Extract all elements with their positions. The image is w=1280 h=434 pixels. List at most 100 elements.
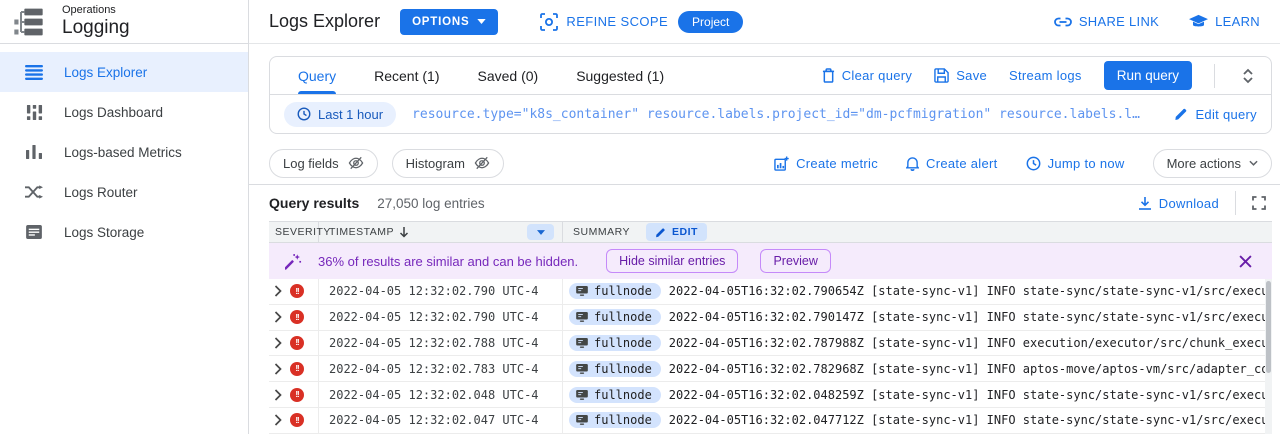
error-severity-icon [290, 413, 304, 427]
summary-cell: fullnode 2022-04-05T16:32:02.782968Z [st… [563, 361, 1272, 377]
sidebar-item-label: Logs Dashboard [64, 105, 163, 120]
log-timestamp: 2022-04-05 12:32:02.788 UTC-4 [319, 331, 563, 356]
timestamp-dropdown-button[interactable] [527, 224, 554, 240]
chip-label: fullnode [594, 310, 652, 324]
edit-query-button[interactable]: Edit query [1174, 107, 1257, 122]
scrollbar-thumb[interactable] [1266, 281, 1271, 373]
log-row[interactable]: 2022-04-05 12:32:02.790 UTC-4 fullnode 2… [269, 279, 1272, 305]
log-summary: 2022-04-05T16:32:02.790654Z [state-sync-… [669, 284, 1272, 298]
sidebar-item-label: Logs Storage [64, 225, 144, 240]
results-toolbar: Log fields Histogram [269, 147, 1272, 179]
query-results-panel: Query results 27,050 log entries Downloa… [249, 184, 1280, 434]
sidebar-item-logs-based-metrics[interactable]: Logs-based Metrics [0, 132, 248, 172]
expand-chevron-icon[interactable] [274, 311, 282, 323]
fullnode-chip[interactable]: fullnode [569, 309, 661, 325]
share-link-button[interactable]: SHARE LINK [1054, 14, 1159, 29]
chip-label: fullnode [594, 336, 652, 350]
log-rows: 2022-04-05 12:32:02.790 UTC-4 fullnode 2… [269, 279, 1272, 434]
save-button[interactable]: Save [934, 68, 987, 83]
expand-chevron-icon[interactable] [274, 363, 282, 375]
fullnode-chip[interactable]: fullnode [569, 387, 661, 403]
save-label: Save [956, 68, 987, 83]
product-name: Operations [62, 4, 130, 17]
sidebar-item-logs-dashboard[interactable]: Logs Dashboard [0, 92, 248, 132]
fullnode-chip[interactable]: fullnode [569, 412, 661, 428]
visibility-off-icon [474, 156, 490, 170]
options-button[interactable]: OPTIONS [400, 9, 498, 35]
create-metric-label: Create metric [796, 156, 878, 171]
timestamp-column-label: TIMESTAMP [329, 226, 394, 238]
clear-query-button[interactable]: Clear query [822, 68, 913, 83]
fullnode-chip[interactable]: fullnode [569, 361, 661, 377]
expand-chevron-icon[interactable] [274, 337, 282, 349]
expand-chevron-icon[interactable] [274, 414, 282, 426]
fullnode-chip[interactable]: fullnode [569, 335, 661, 351]
results-header: Query results 27,050 log entries Downloa… [249, 185, 1280, 221]
log-summary: 2022-04-05T16:32:02.790147Z [state-sync-… [669, 310, 1272, 324]
log-timestamp: 2022-04-05 12:32:02.047 UTC-4 [319, 408, 563, 433]
learn-button[interactable]: LEARN [1189, 14, 1260, 30]
log-row[interactable]: 2022-04-05 12:32:02.783 UTC-4 fullnode 2… [269, 356, 1272, 382]
results-header-actions: Download [1138, 191, 1266, 215]
close-banner-icon[interactable] [1235, 251, 1256, 272]
column-timestamp[interactable]: TIMESTAMP [319, 222, 563, 242]
page-title: Logs Explorer [269, 11, 380, 32]
download-label: Download [1159, 196, 1219, 211]
save-icon [934, 68, 949, 83]
results-title: Query results [269, 195, 359, 211]
time-range-pill[interactable]: Last 1 hour [284, 102, 396, 127]
fullscreen-icon[interactable] [1252, 196, 1266, 210]
scope-project-badge[interactable]: Project [678, 11, 743, 33]
preview-button[interactable]: Preview [760, 249, 830, 273]
tab-query[interactable]: Query [298, 57, 336, 94]
more-actions-button[interactable]: More actions [1153, 149, 1272, 178]
query-actions: Clear query Save Stream logs Run query [822, 57, 1267, 94]
download-button[interactable]: Download [1138, 196, 1219, 211]
sort-descending-icon[interactable] [399, 226, 409, 238]
tab-recent[interactable]: Recent (1) [374, 57, 439, 94]
hide-similar-entries-button[interactable]: Hide similar entries [606, 249, 738, 273]
log-timestamp: 2022-04-05 12:32:02.783 UTC-4 [319, 356, 563, 381]
sidebar-item-logs-explorer[interactable]: Logs Explorer [0, 52, 248, 92]
create-alert-button[interactable]: Create alert [906, 156, 998, 171]
summary-cell: fullnode 2022-04-05T16:32:02.047712Z [st… [563, 412, 1272, 428]
column-severity[interactable]: SEVERITY [269, 222, 319, 242]
log-row[interactable]: 2022-04-05 12:32:02.048 UTC-4 fullnode 2… [269, 382, 1272, 408]
fullnode-chip[interactable]: fullnode [569, 283, 661, 299]
error-severity-icon [290, 310, 304, 324]
refine-scope-button[interactable]: REFINE SCOPE [540, 13, 668, 31]
vertical-scrollbar[interactable] [1265, 279, 1272, 434]
tab-suggested[interactable]: Suggested (1) [576, 57, 664, 94]
jump-to-now-button[interactable]: Jump to now [1026, 156, 1125, 171]
container-icon [576, 415, 588, 425]
bell-icon [906, 156, 919, 171]
caret-down-icon [537, 230, 545, 235]
summary-column-label: SUMMARY [573, 226, 630, 238]
collapse-expand-icon[interactable] [1237, 68, 1259, 84]
container-icon [576, 338, 588, 348]
expand-chevron-icon[interactable] [274, 285, 282, 297]
histogram-toggle[interactable]: Histogram [392, 149, 504, 178]
bar-chart-icon [24, 142, 44, 162]
query-builder-card: Query Recent (1) Saved (0) Suggested (1)… [269, 56, 1272, 134]
log-fields-toggle[interactable]: Log fields [269, 149, 378, 178]
log-table: SEVERITY TIMESTAMP SUMMARY [269, 221, 1272, 434]
stream-logs-button[interactable]: Stream logs [1009, 68, 1082, 83]
brand: Operations Logging [0, 0, 248, 44]
summary-cell: fullnode 2022-04-05T16:32:02.790654Z [st… [563, 283, 1272, 299]
edit-summary-button[interactable]: EDIT [646, 223, 707, 241]
log-row[interactable]: 2022-04-05 12:32:02.047 UTC-4 fullnode 2… [269, 408, 1272, 434]
log-row[interactable]: 2022-04-05 12:32:02.788 UTC-4 fullnode 2… [269, 331, 1272, 357]
create-metric-button[interactable]: Create metric [774, 156, 878, 171]
tab-saved[interactable]: Saved (0) [477, 57, 538, 94]
expand-chevron-icon[interactable] [274, 389, 282, 401]
log-summary: 2022-04-05T16:32:02.787988Z [state-sync-… [669, 336, 1272, 350]
edit-summary-label: EDIT [672, 226, 698, 238]
shuffle-icon [24, 182, 44, 202]
log-row[interactable]: 2022-04-05 12:32:02.790 UTC-4 fullnode 2… [269, 305, 1272, 331]
query-text[interactable]: resource.type="k8s_container" resource.l… [412, 107, 1158, 122]
sidebar-item-logs-router[interactable]: Logs Router [0, 172, 248, 212]
clock-icon [297, 107, 311, 121]
sidebar-item-logs-storage[interactable]: Logs Storage [0, 212, 248, 252]
run-query-button[interactable]: Run query [1104, 61, 1192, 90]
